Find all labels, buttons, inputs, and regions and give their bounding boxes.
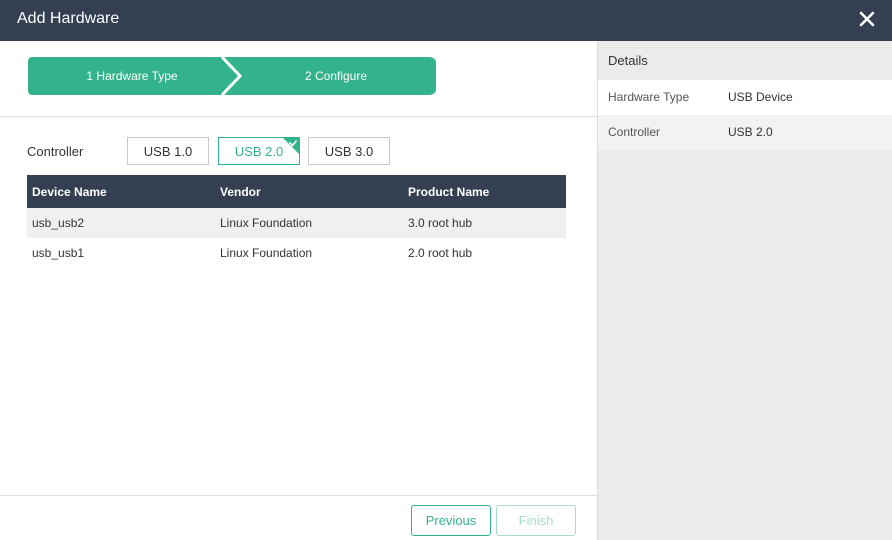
dialog-titlebar: Add Hardware — [0, 0, 892, 41]
details-row-hardware-type: Hardware Type USB Device — [598, 80, 892, 115]
divider — [0, 116, 597, 117]
column-header-vendor[interactable]: Vendor — [220, 175, 261, 208]
usb-3-0-option[interactable]: USB 3.0 — [308, 137, 390, 165]
details-title: Details — [608, 53, 648, 68]
details-row-controller: Controller USB 2.0 — [598, 115, 892, 150]
device-name-cell: usb_usb1 — [32, 246, 85, 260]
device-table: Device Name Vendor Product Name usb_usb2… — [27, 175, 566, 268]
product-name-cell: 3.0 root hub — [408, 216, 473, 230]
column-header-product-name[interactable]: Product Name — [408, 175, 489, 208]
details-key: Hardware Type — [608, 90, 690, 104]
details-key: Controller — [608, 125, 661, 139]
table-row[interactable]: usb_usb2 Linux Foundation 3.0 root hub — [27, 208, 566, 238]
column-header-device-name[interactable]: Device Name — [32, 175, 107, 208]
previous-button[interactable]: Previous — [411, 505, 491, 536]
close-icon[interactable] — [856, 8, 878, 30]
step-label: 1 Hardware Type — [86, 69, 178, 83]
step-hardware-type: 1 Hardware Type — [28, 57, 236, 95]
check-icon — [283, 138, 299, 154]
divider — [0, 495, 597, 496]
button-label: Previous — [425, 513, 477, 528]
usb-2-0-option[interactable]: USB 2.0 — [218, 137, 300, 165]
button-label: Finish — [518, 513, 554, 528]
option-label: USB 2.0 — [234, 143, 284, 159]
wizard-steps: 1 Hardware Type 2 Configure — [28, 57, 436, 95]
product-name-cell: 2.0 root hub — [408, 246, 473, 260]
details-value: USB Device — [728, 90, 793, 104]
details-value: USB 2.0 — [728, 125, 773, 139]
vendor-cell: Linux Foundation — [220, 246, 313, 260]
step-label: 2 Configure — [304, 69, 368, 83]
option-label: USB 3.0 — [324, 143, 374, 159]
table-row[interactable]: usb_usb1 Linux Foundation 2.0 root hub — [27, 238, 566, 268]
finish-button[interactable]: Finish — [496, 505, 576, 536]
controller-label: Controller — [27, 144, 84, 159]
dialog-title: Add Hardware — [17, 10, 120, 27]
table-header: Device Name Vendor Product Name — [27, 175, 566, 208]
usb-1-0-option[interactable]: USB 1.0 — [127, 137, 209, 165]
option-label: USB 1.0 — [143, 143, 193, 159]
vendor-cell: Linux Foundation — [220, 216, 313, 230]
main-panel: 1 Hardware Type 2 Configure Controller U… — [0, 41, 597, 540]
details-panel: Details Hardware Type USB Device Control… — [597, 41, 892, 540]
step-configure: 2 Configure — [236, 57, 436, 95]
device-name-cell: usb_usb2 — [32, 216, 85, 230]
